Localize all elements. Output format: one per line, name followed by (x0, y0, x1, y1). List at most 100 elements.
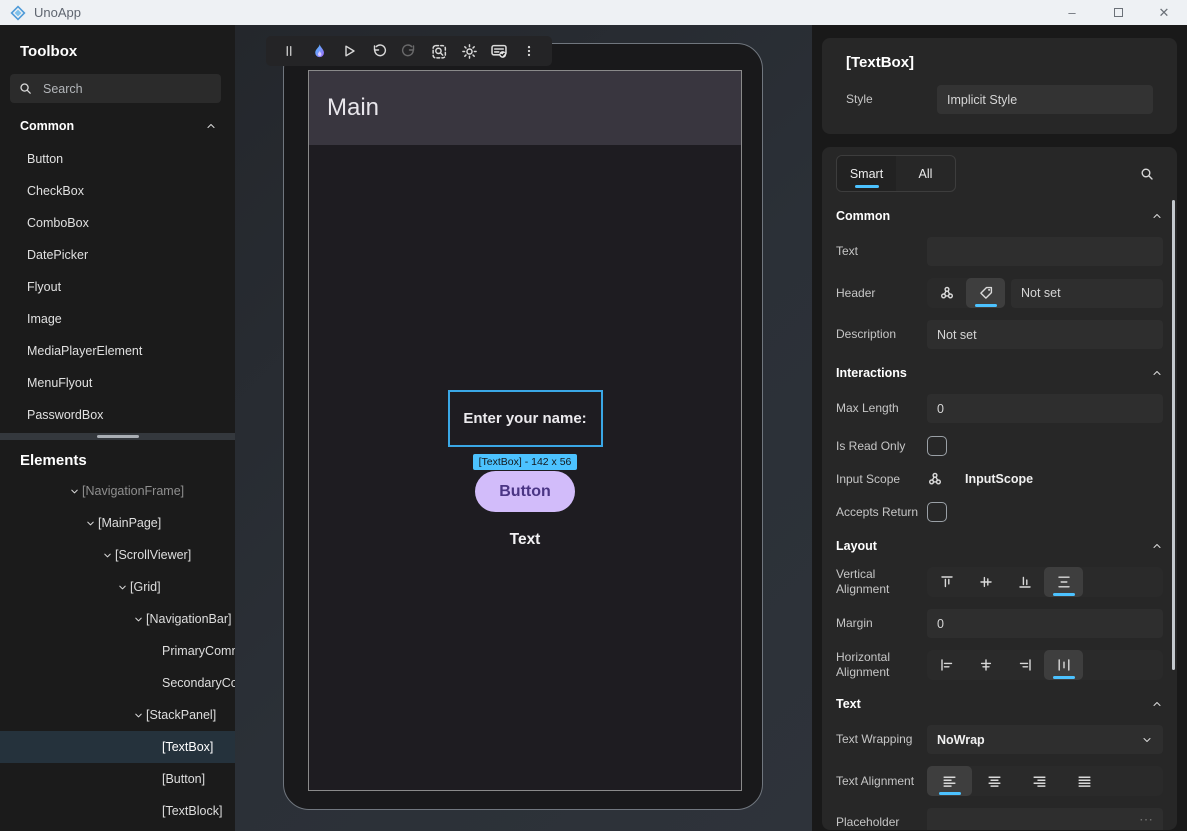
section-common[interactable]: Common (836, 207, 1163, 225)
chevron-down-icon[interactable] (66, 486, 82, 497)
header-input[interactable]: Not set (1011, 279, 1163, 308)
tree-item-scrollviewer[interactable]: [ScrollViewer] (0, 539, 235, 571)
halign-left-icon[interactable] (927, 650, 966, 680)
tree-item-secondarycommands[interactable]: SecondaryCo (0, 667, 235, 699)
more-icon[interactable] (514, 36, 544, 66)
text-alignment-group (927, 766, 1163, 796)
text-input[interactable] (927, 237, 1163, 266)
chevron-up-icon (1151, 540, 1163, 552)
section-text[interactable]: Text (836, 695, 1163, 713)
chevron-down-icon[interactable] (130, 710, 146, 721)
close-button[interactable]: ✕ (1141, 0, 1187, 25)
theme-icon[interactable] (454, 36, 484, 66)
tag-icon[interactable] (966, 278, 1005, 308)
header-label: Header (836, 286, 927, 301)
selection-header-card: [TextBox] Style Implicit Style (822, 38, 1177, 134)
sidebar-splitter[interactable] (0, 433, 235, 440)
toolbox-item-combobox[interactable]: ComboBox (0, 207, 235, 239)
style-input[interactable]: Implicit Style (937, 85, 1153, 114)
property-search-icon[interactable] (1139, 166, 1155, 182)
tree-item-mainpage[interactable]: [MainPage] (0, 507, 235, 539)
accepts-return-checkbox[interactable] (927, 502, 947, 522)
tree-item-navigationframe[interactable]: [NavigationFrame] (0, 475, 235, 507)
tab-all[interactable]: All (896, 156, 955, 191)
selected-textbox[interactable]: Enter your name: (448, 390, 603, 447)
section-interactions[interactable]: Interactions (836, 364, 1163, 382)
maximize-button[interactable] (1095, 0, 1141, 25)
minimize-button[interactable]: – (1049, 0, 1095, 25)
max-length-input[interactable]: 0 (927, 394, 1163, 423)
toolbox-item-button[interactable]: Button (0, 143, 235, 175)
play-icon[interactable] (334, 36, 364, 66)
text-align-center-icon[interactable] (972, 766, 1017, 796)
tree-item-textblock[interactable]: [TextBlock] (0, 795, 235, 827)
toolbox-search[interactable] (10, 74, 221, 103)
toolbox-item-checkbox[interactable]: CheckBox (0, 175, 235, 207)
tree-item-navigationbar[interactable]: [NavigationBar] (0, 603, 235, 635)
search-input[interactable] (43, 82, 193, 96)
halign-stretch-icon[interactable] (1044, 650, 1083, 680)
device-frame: Main Enter your name: [TextBox] - 142 x … (283, 43, 763, 810)
properties-card: Smart All Common Text Header (822, 147, 1177, 830)
left-sidebar: Toolbox Common Button CheckBox ComboBox … (0, 25, 235, 831)
page-body: Enter your name: [TextBox] - 142 x 56 Bu… (309, 145, 741, 791)
segment-underline (1053, 676, 1075, 679)
valign-stretch-icon[interactable] (1044, 567, 1083, 597)
grip-icon[interactable] (274, 36, 304, 66)
tree-item-stackpanel[interactable]: [StackPanel] (0, 699, 235, 731)
text-align-justify-icon[interactable] (1062, 766, 1107, 796)
binding-icon[interactable] (927, 278, 966, 308)
valign-center-icon[interactable] (966, 567, 1005, 597)
tree-item-button[interactable]: [Button] (0, 763, 235, 795)
valign-bottom-icon[interactable] (1005, 567, 1044, 597)
device-screen: Main Enter your name: [TextBox] - 142 x … (308, 70, 742, 791)
toolbox-item-flyout[interactable]: Flyout (0, 271, 235, 303)
tree-item-textbox[interactable]: [TextBox] (0, 731, 235, 763)
canvas-toolbar (266, 36, 552, 66)
inspector-scrollbar[interactable] (1172, 200, 1175, 670)
toolbox-item-datepicker[interactable]: DatePicker (0, 239, 235, 271)
horizontal-alignment-group (927, 650, 1163, 680)
redo-icon[interactable] (394, 36, 424, 66)
tree-item-grid[interactable]: [Grid] (0, 571, 235, 603)
text-align-right-icon[interactable] (1017, 766, 1062, 796)
flame-icon[interactable] (304, 36, 334, 66)
chevron-down-icon[interactable] (82, 518, 98, 529)
text-wrapping-dropdown[interactable]: NoWrap (927, 725, 1163, 754)
overflow-dots[interactable]: ⋯ (1139, 811, 1155, 828)
text-align-left-icon[interactable] (927, 766, 972, 796)
accepts-return-label: Accepts Return (836, 505, 927, 520)
toolbox-item-mediaplayerelement[interactable]: MediaPlayerElement (0, 335, 235, 367)
chevron-down-icon[interactable] (114, 582, 130, 593)
toolbox-item-passwordbox[interactable]: PasswordBox (0, 399, 235, 431)
valign-top-icon[interactable] (927, 567, 966, 597)
placeholder-input[interactable] (927, 808, 1163, 830)
horizontal-alignment-label: Horizontal Alignment (836, 650, 927, 680)
segment-underline (1053, 593, 1075, 596)
margin-input[interactable]: 0 (927, 609, 1163, 638)
inspect-icon[interactable] (424, 36, 454, 66)
halign-right-icon[interactable] (1005, 650, 1044, 680)
tab-underline (855, 185, 879, 188)
chevron-down-icon[interactable] (130, 614, 146, 625)
tree-item-primarycommands[interactable]: PrimaryComm (0, 635, 235, 667)
canvas-button[interactable]: Button (475, 471, 575, 512)
description-input[interactable]: Not set (927, 320, 1163, 349)
binding-icon[interactable] (927, 471, 943, 487)
chevron-down-icon[interactable] (99, 550, 115, 561)
toolbox-item-image[interactable]: Image (0, 303, 235, 335)
section-layout[interactable]: Layout (836, 537, 1163, 555)
text-alignment-label: Text Alignment (836, 774, 927, 789)
chevron-down-icon (1141, 734, 1153, 746)
undo-icon[interactable] (364, 36, 394, 66)
toolbox-item-menuflyout[interactable]: MenuFlyout (0, 367, 235, 399)
form-check-icon[interactable] (484, 36, 514, 66)
is-read-only-label: Is Read Only (836, 439, 927, 454)
input-scope-value[interactable]: InputScope (965, 472, 1033, 486)
halign-center-icon[interactable] (966, 650, 1005, 680)
vertical-alignment-group (927, 567, 1163, 597)
is-read-only-checkbox[interactable] (927, 436, 947, 456)
toolbox-section-common[interactable]: Common (0, 109, 235, 143)
tab-smart[interactable]: Smart (837, 156, 896, 191)
window-title: UnoApp (34, 5, 81, 20)
